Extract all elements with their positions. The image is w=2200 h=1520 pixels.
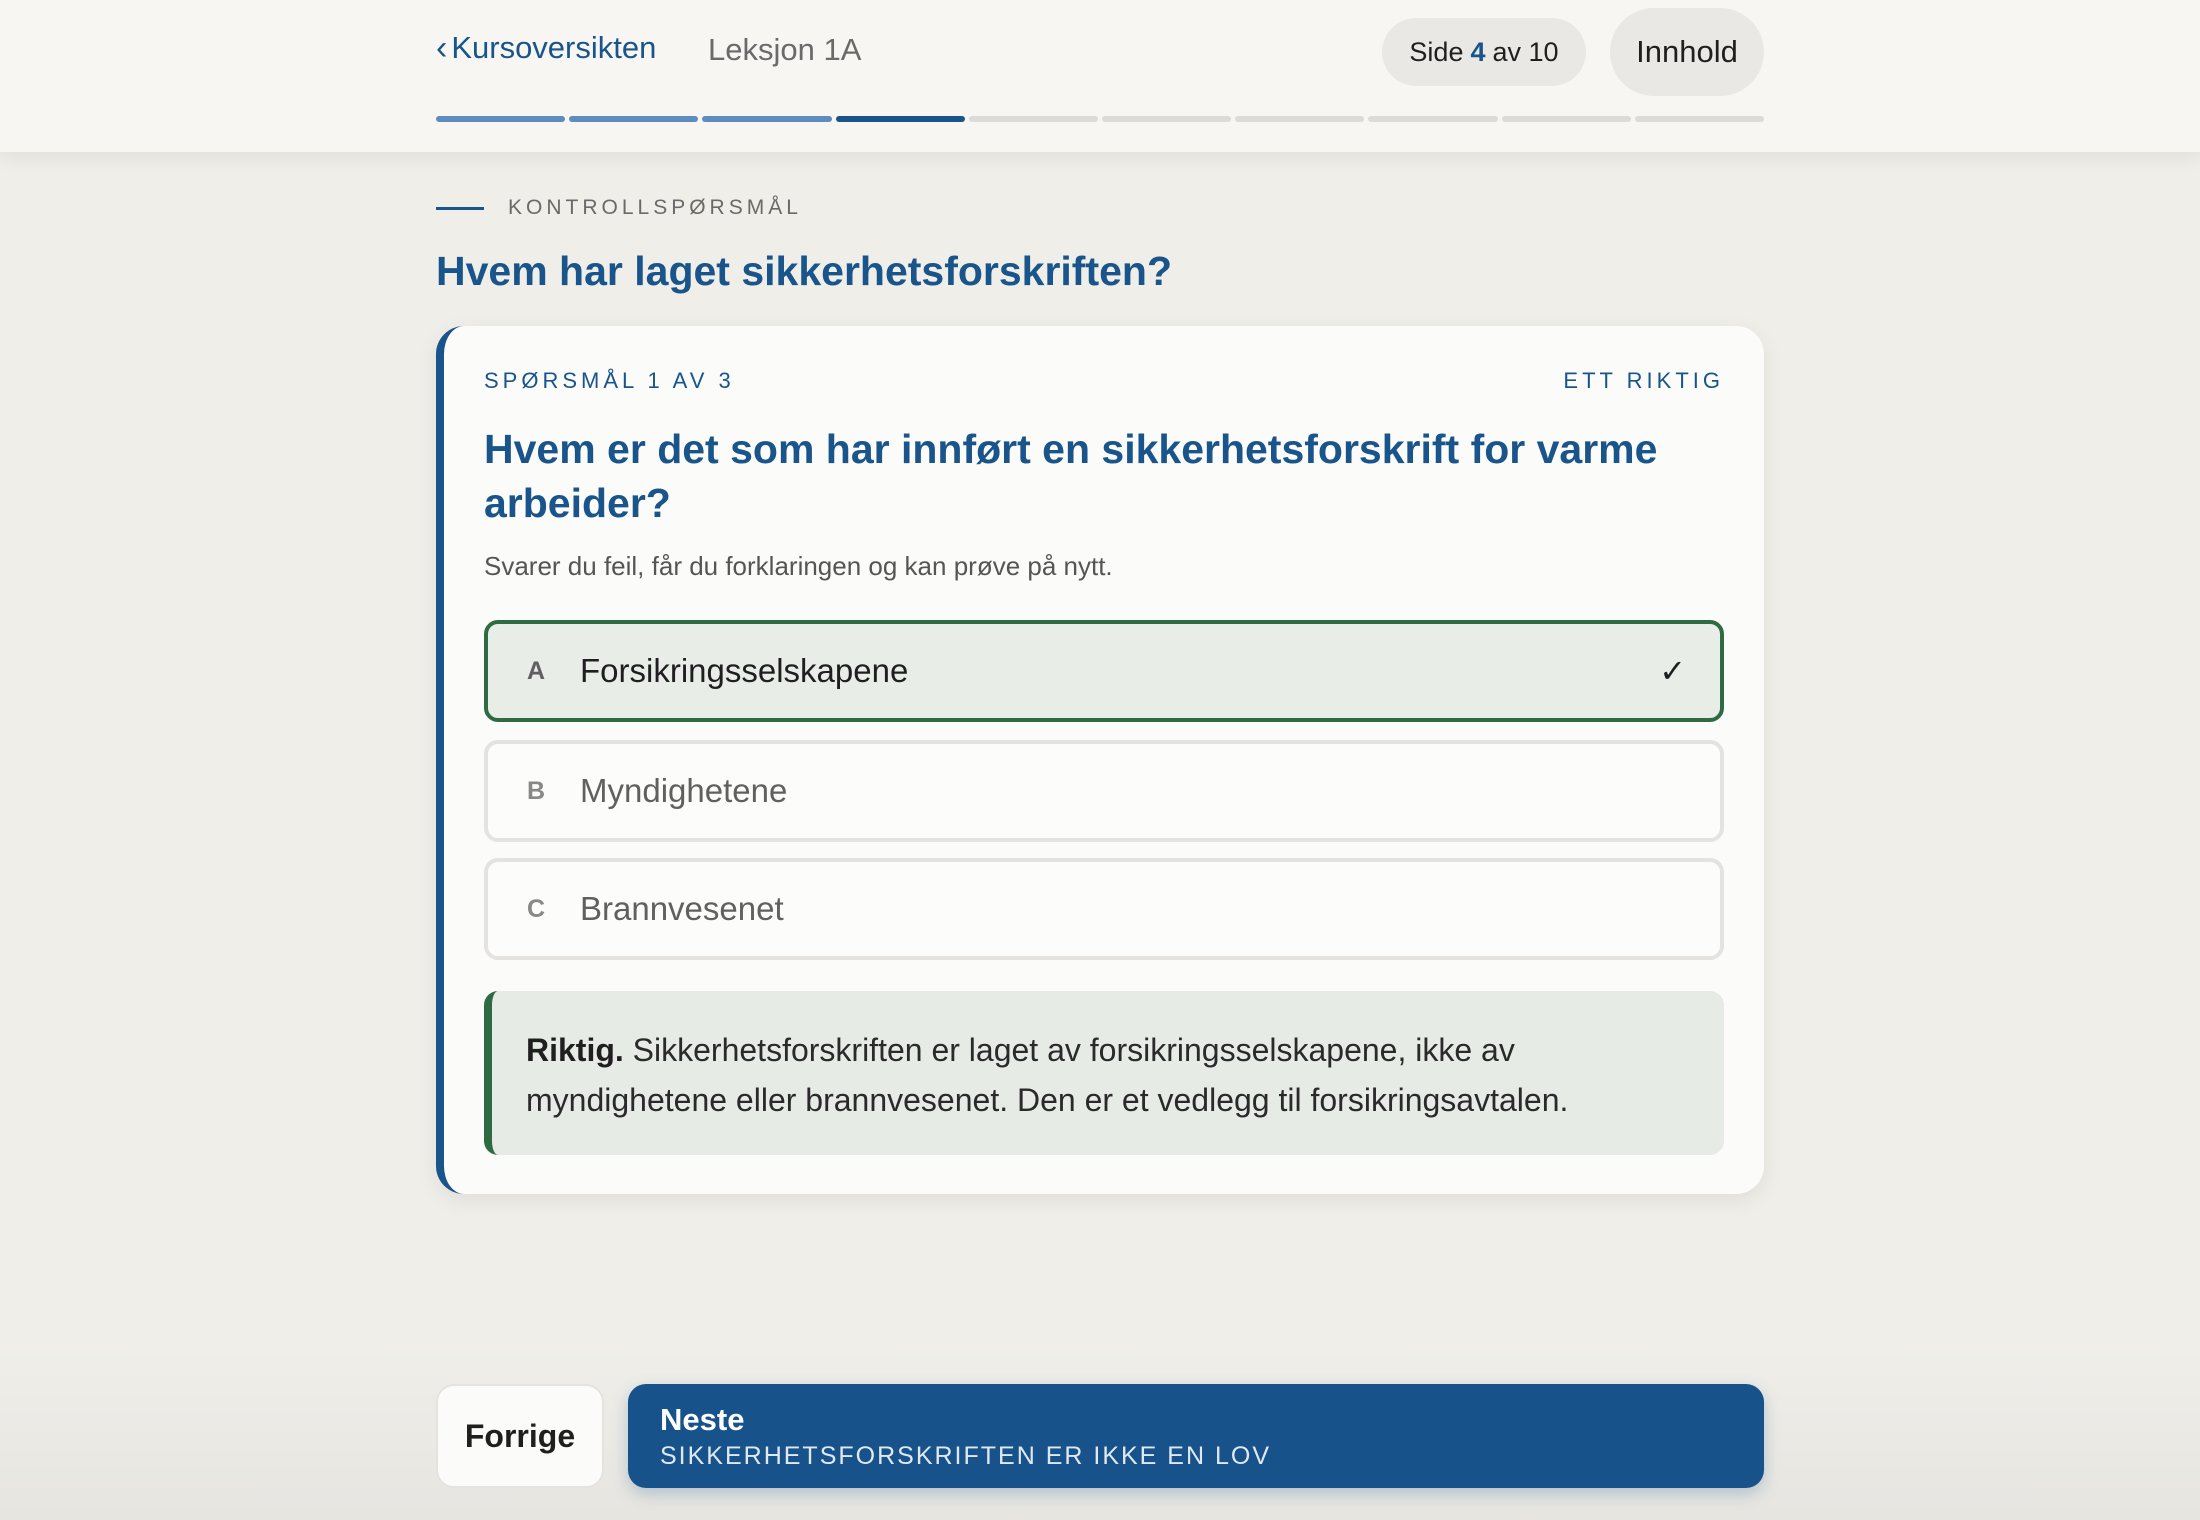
next-button[interactable]: Neste SIKKERHETSFORSKRIFTEN ER IKKE EN L…: [628, 1384, 1764, 1488]
question-text: Hvem er det som har innført en sikkerhet…: [484, 426, 1658, 526]
progress-segment: [1501, 116, 1631, 122]
option-label: Forsikringsselskapene: [580, 652, 909, 689]
page-prefix: Side: [1409, 36, 1464, 67]
option-letter: C: [526, 894, 546, 923]
option-c[interactable]: C Brannvesenet: [484, 858, 1724, 960]
answer-feedback: Riktig. Sikkerhetsforskriften er laget a…: [484, 991, 1724, 1155]
option-letter: B: [526, 776, 546, 805]
progress-segment: [702, 116, 832, 122]
progress-segment: [1634, 116, 1765, 122]
option-label: Myndighetene: [580, 772, 788, 809]
quiz-card: SPØRSMÅL 1 AV 3 ETT RIKTIG Hvem er det s…: [436, 326, 1764, 1194]
option-a[interactable]: A Forsikringsselskapene ✓: [484, 620, 1724, 722]
chevron-left-icon: ‹: [436, 29, 448, 67]
top-bar-inner: ‹ Kursoversikten Leksjon 1A Side 4 av 10…: [436, 0, 1765, 152]
page-current: 4: [1470, 36, 1486, 67]
next-button-label: Neste: [660, 1401, 745, 1437]
question-hint: Svarer du feil, får du forklaringen og k…: [484, 551, 1113, 581]
page-title: Hvem har laget sikkerhetsforskriften?: [436, 248, 1172, 294]
progress-segment: [968, 116, 1099, 122]
lesson-label: Leksjon 1A: [708, 32, 862, 67]
previous-button[interactable]: Forrige: [436, 1384, 604, 1488]
page-indicator: Side 4 av 10: [1382, 18, 1586, 86]
next-button-subtitle: SIKKERHETSFORSKRIFTEN ER IKKE EN LOV: [660, 1441, 1272, 1470]
progress-segment: [1102, 116, 1232, 122]
option-b[interactable]: B Myndighetene: [484, 740, 1724, 842]
progress-segment: [1235, 116, 1365, 122]
course-overview-link[interactable]: ‹ Kursoversikten: [436, 30, 656, 66]
feedback-text: Sikkerhetsforskriften er laget av forsik…: [526, 1032, 1569, 1118]
question-counter: SPØRSMÅL 1 AV 3: [484, 368, 735, 393]
page-total: av 10: [1492, 36, 1559, 67]
option-letter: A: [526, 656, 546, 685]
progress-segment: [436, 116, 566, 122]
contents-button[interactable]: Innhold: [1610, 8, 1764, 96]
top-bar: ‹ Kursoversikten Leksjon 1A Side 4 av 10…: [0, 0, 2200, 152]
progress-segment: [835, 116, 965, 122]
section-eyebrow: KONTROLLSPØRSMÅL: [436, 196, 802, 220]
course-overview-label: Kursoversikten: [451, 30, 657, 65]
checkmark-icon: ✓: [1659, 653, 1686, 689]
eyebrow-rule: [436, 206, 484, 210]
answer-mode: ETT RIKTIG: [1563, 368, 1724, 393]
option-label: Brannvesenet: [580, 890, 784, 927]
lesson-progress-bar: [436, 116, 1765, 122]
feedback-lead: Riktig.: [526, 1032, 624, 1068]
quiz-meta: SPØRSMÅL 1 AV 3 ETT RIKTIG: [484, 368, 1724, 394]
eyebrow-text: KONTROLLSPØRSMÅL: [508, 196, 802, 219]
progress-segment: [1368, 116, 1498, 122]
progress-segment: [569, 116, 699, 122]
